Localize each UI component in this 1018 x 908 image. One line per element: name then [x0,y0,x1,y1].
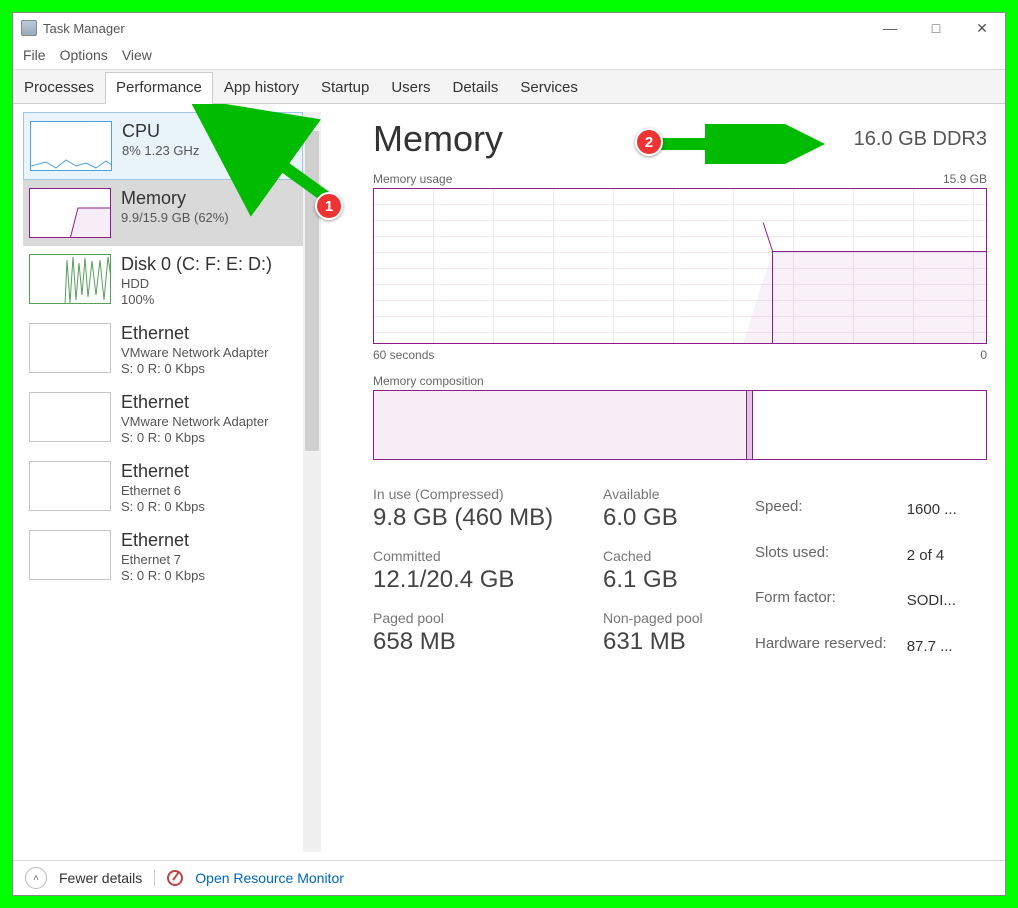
annotation-arrow-2 [651,124,831,164]
sidebar-item-disk0[interactable]: Disk 0 (C: F: E: D:) HDD 100% [23,246,303,315]
hwres-value: 87.7 ... [907,625,957,669]
menu-file[interactable]: File [23,47,46,63]
tab-processes[interactable]: Processes [13,72,105,103]
eth-thumbnail-chart [29,323,111,373]
available-value: 6.0 GB [603,504,733,532]
tab-users[interactable]: Users [380,72,441,103]
disk-thumbnail-chart [29,254,111,304]
resource-monitor-icon [167,870,183,886]
usage-chart-max: 15.9 GB [943,172,987,186]
slots-label: Slots used: [755,534,905,578]
annotation-badge-1: 1 [315,192,343,220]
composition-label: Memory composition [373,374,484,388]
cpu-thumbnail-chart [30,121,112,171]
sidebar-item-eth0[interactable]: Ethernet VMware Network Adapter S: 0 R: … [23,315,303,384]
tab-details[interactable]: Details [442,72,510,103]
chevron-up-icon[interactable]: ˄ [25,867,47,889]
sidebar-item-eth1[interactable]: Ethernet VMware Network Adapter S: 0 R: … [23,384,303,453]
cached-value: 6.1 GB [603,566,733,594]
sidebar-item-eth3[interactable]: Ethernet Ethernet 7 S: 0 R: 0 Kbps [23,522,303,591]
menu-view[interactable]: View [122,47,152,63]
close-button[interactable]: ✕ [959,13,1005,43]
paged-label: Paged pool [373,610,603,626]
slots-value: 2 of 4 [907,534,957,578]
memory-composition-chart [373,390,987,460]
sidebar-disk-sub2: 100% [121,292,272,307]
maximize-button[interactable]: □ [913,13,959,43]
open-resource-monitor-link[interactable]: Open Resource Monitor [195,870,344,886]
cached-label: Cached [603,548,733,564]
committed-value: 12.1/20.4 GB [373,566,603,594]
minimize-button[interactable]: — [867,13,913,43]
in-use-label: In use (Compressed) [373,486,603,502]
usage-chart-label: Memory usage [373,172,452,186]
tab-app-history[interactable]: App history [213,72,310,103]
menu-options[interactable]: Options [60,47,108,63]
comp-standby [753,391,986,459]
sidebar-item-eth2[interactable]: Ethernet Ethernet 6 S: 0 R: 0 Kbps [23,453,303,522]
page-title: Memory [373,118,503,160]
form-value: SODI... [907,579,957,623]
fewer-details-link[interactable]: Fewer details [59,870,142,886]
tab-strip: Processes Performance App history Startu… [13,70,1005,104]
form-label: Form factor: [755,579,905,623]
x-axis-left: 60 seconds [373,348,434,362]
menubar: File Options View [13,43,1005,70]
titlebar: Task Manager — □ ✕ [13,13,1005,43]
footer: ˄ Fewer details Open Resource Monitor [13,860,1005,895]
eth-thumbnail-chart [29,461,111,511]
hardware-details-table: Speed:1600 ... Slots used:2 of 4 Form fa… [753,486,959,670]
speed-value: 1600 ... [907,488,957,532]
tab-startup[interactable]: Startup [310,72,380,103]
comp-in-use [374,391,747,459]
memory-thumbnail-chart [29,188,111,238]
paged-value: 658 MB [373,628,603,656]
main-area: CPU 8% 1.23 GHz Memory 9.9/15.9 GB (62%) [13,104,1005,860]
speed-label: Speed: [755,488,905,532]
eth-thumbnail-chart [29,392,111,442]
memory-detail-pane: Memory 16.0 GB DDR3 Memory usage 15.9 GB… [323,104,1005,860]
committed-label: Committed [373,548,603,564]
sidebar-disk-sub1: HDD [121,276,272,291]
separator [154,870,155,886]
memory-total-label: 16.0 GB DDR3 [854,128,987,151]
performance-sidebar: CPU 8% 1.23 GHz Memory 9.9/15.9 GB (62%) [23,112,303,852]
nonpaged-value: 631 MB [603,628,733,656]
sidebar-scrollbar[interactable]: ▲ [303,112,321,852]
in-use-value: 9.8 GB (460 MB) [373,504,603,532]
annotation-badge-2: 2 [635,128,663,156]
eth-thumbnail-chart [29,530,111,580]
memory-usage-chart [373,188,987,344]
nonpaged-label: Non-paged pool [603,610,733,626]
task-manager-icon [21,20,37,36]
hwres-label: Hardware reserved: [755,625,905,669]
task-manager-window: Task Manager — □ ✕ File Options View Pro… [12,12,1006,896]
tab-services[interactable]: Services [509,72,589,103]
window-title: Task Manager [43,21,125,36]
available-label: Available [603,486,733,502]
x-axis-right: 0 [980,348,987,362]
sidebar-disk-title: Disk 0 (C: F: E: D:) [121,254,272,275]
tab-performance[interactable]: Performance [105,72,213,104]
